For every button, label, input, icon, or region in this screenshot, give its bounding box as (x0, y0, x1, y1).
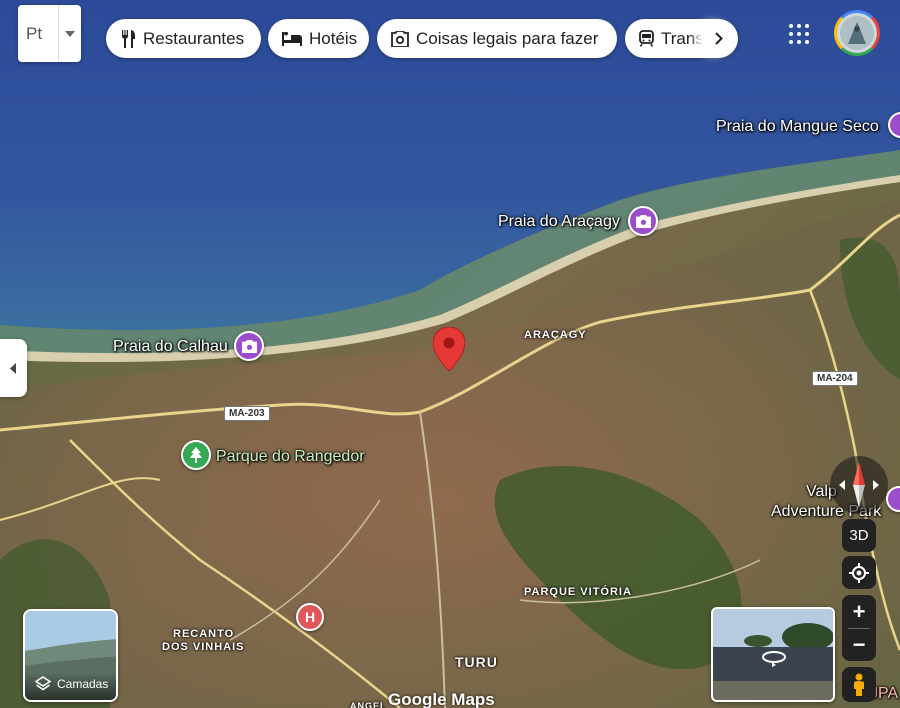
compass-button[interactable] (830, 456, 888, 514)
area-label-recanto-line1: RECANTO (173, 628, 235, 640)
tree-poi-icon[interactable] (181, 440, 211, 470)
area-label-parque-vitoria: PARQUE VITÓRIA (524, 586, 632, 598)
pegman-button[interactable] (842, 667, 876, 702)
place-label-rangedor[interactable]: Parque do Rangedor (216, 448, 365, 466)
rotate-360-icon (762, 651, 786, 667)
zoom-in-button[interactable]: + (842, 596, 876, 628)
layers-label: Camadas (57, 677, 109, 691)
3d-label: 3D (849, 527, 869, 544)
chip-label: Hotéis (309, 28, 358, 48)
train-icon (639, 30, 654, 47)
my-location-button[interactable] (842, 556, 876, 589)
chevron-left-icon (10, 362, 16, 374)
chip-label: Trans (661, 28, 704, 48)
chevron-down-icon[interactable] (59, 30, 81, 37)
place-label-calhau[interactable]: Praia do Calhau (113, 338, 228, 356)
chevron-right-icon (714, 32, 723, 45)
search-box-text: Pt (26, 23, 43, 43)
area-label-angel: ANGEL (350, 701, 387, 708)
layers-button[interactable]: Camadas (23, 609, 118, 702)
location-pin-icon[interactable] (432, 326, 466, 372)
street-view-thumbnail[interactable] (711, 607, 835, 702)
road-shield-ma204: MA-204 (812, 371, 858, 386)
avatar-image (840, 16, 874, 50)
3d-toggle-button[interactable]: 3D (842, 519, 876, 552)
pegman-icon (854, 673, 864, 696)
area-label-turu: TURU (455, 654, 498, 670)
apps-grid-icon[interactable] (789, 24, 809, 44)
place-label-mangue-seco[interactable]: Praia do Mangue Seco (716, 118, 879, 136)
chip-label: Restaurantes (143, 28, 245, 48)
fork-knife-icon (122, 29, 135, 48)
collapse-panel-button[interactable] (0, 339, 27, 397)
zoom-out-button[interactable]: − (842, 629, 876, 661)
avatar[interactable] (834, 10, 880, 56)
chip-things-to-do[interactable]: Coisas legais para fazer (377, 19, 617, 58)
chip-hotels[interactable]: Hotéis (268, 19, 369, 58)
bed-icon (282, 31, 302, 46)
camera-icon (391, 30, 409, 47)
camera-poi-icon[interactable] (234, 331, 264, 361)
chip-restaurants[interactable]: Restaurantes (106, 19, 261, 58)
google-maps-attribution: Google Maps (388, 690, 495, 708)
chip-label: Coisas legais para fazer (416, 28, 599, 48)
area-label-recanto-line2: DOS VINHAIS (162, 641, 245, 653)
road-shield-ma203: MA-203 (224, 406, 270, 421)
crosshair-icon (849, 562, 869, 583)
place-label-aracagy-beach[interactable]: Praia do Araçagy (498, 213, 620, 231)
area-label-aracagy: ARAÇAGY (524, 329, 587, 341)
layers-icon (35, 676, 51, 691)
zoom-control: + − (842, 595, 876, 661)
hospital-icon[interactable]: H (296, 603, 324, 631)
chip-scroll-next-button[interactable] (701, 21, 736, 56)
camera-poi-icon[interactable] (628, 206, 658, 236)
compass-icon (839, 462, 879, 508)
search-box[interactable]: Pt (18, 5, 81, 62)
